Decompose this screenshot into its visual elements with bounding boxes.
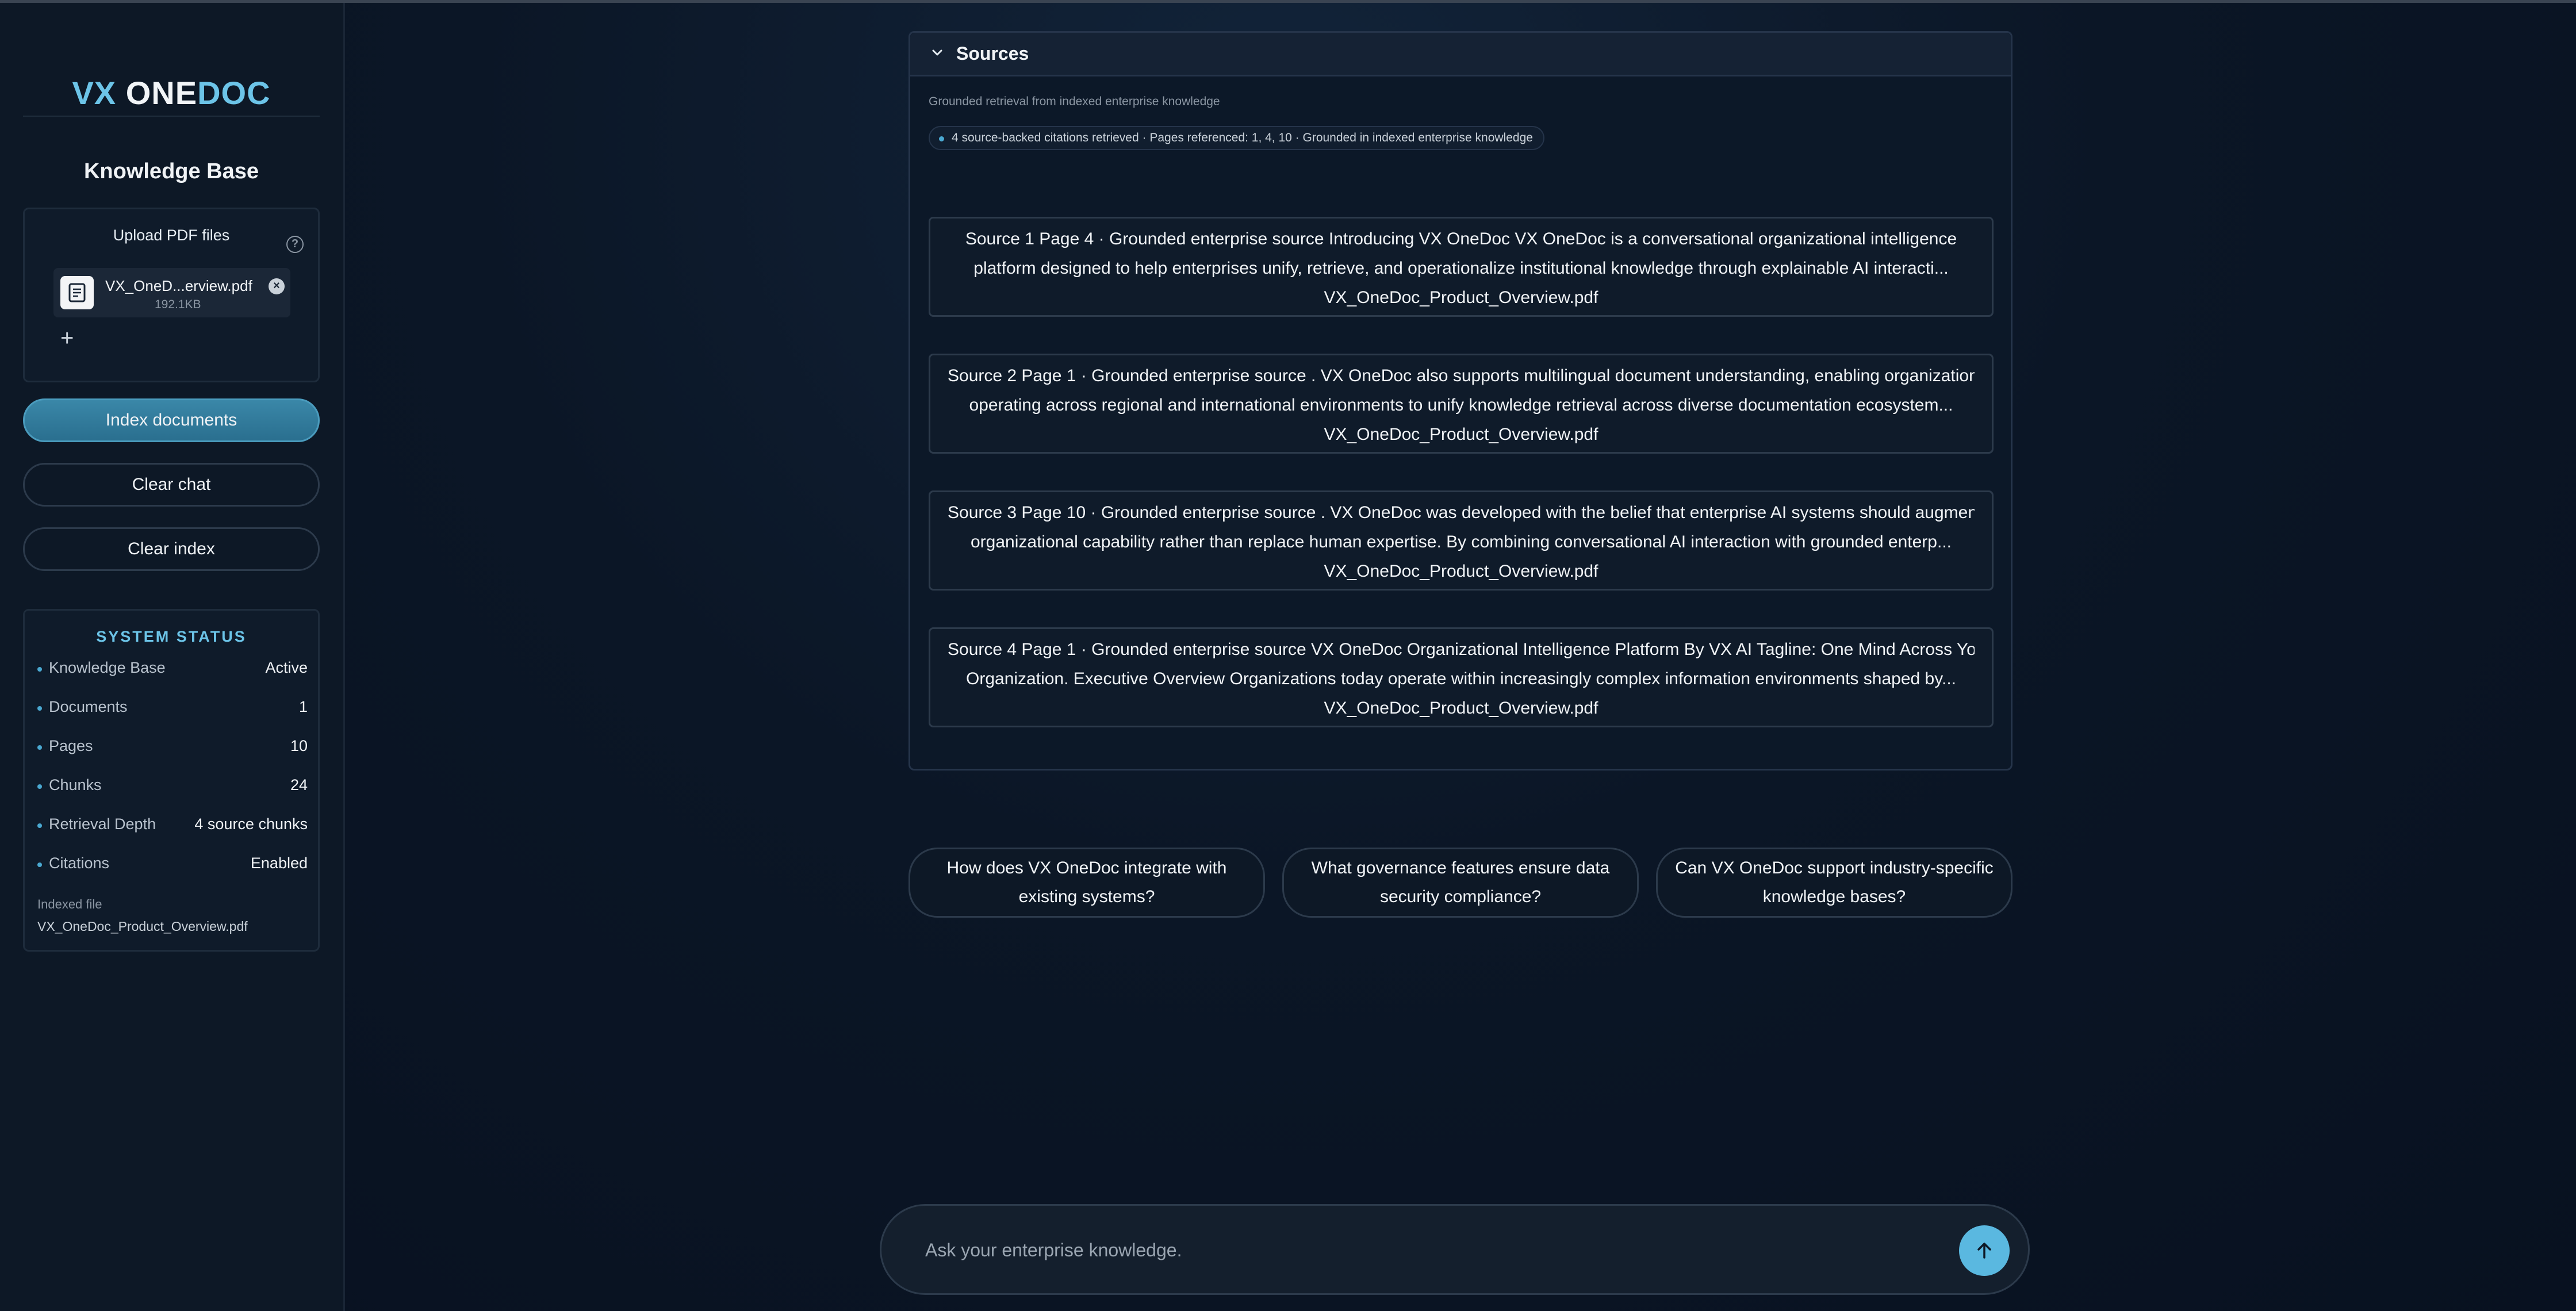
system-status-title: SYSTEM STATUS (96, 628, 247, 645)
source-text-line: Source 2 Page 1 · Grounded enterprise so… (948, 366, 1975, 385)
source-text-line: Source 1 Page 4 · Grounded enterprise so… (965, 229, 1957, 248)
source-text-line: platform designed to help enterprises un… (973, 259, 1949, 278)
bullet-dot (37, 745, 42, 750)
source-card: Source 2 Page 1 · Grounded enterprise so… (929, 354, 1994, 454)
question-circle-icon[interactable]: ? (286, 236, 304, 253)
index-documents-button[interactable]: Index documents (23, 398, 320, 442)
chat-input[interactable] (925, 1236, 1903, 1264)
status-value: 24 (290, 776, 308, 793)
logo-vx: VX (72, 75, 126, 111)
sidebar: VX ONEDOC Knowledge Base Upload PDF file… (0, 3, 345, 1311)
pdf-upload-dropzone[interactable]: Upload PDF files ? VX_OneD...erview.pdf … (23, 208, 320, 382)
clear-chat-button[interactable]: Clear chat (23, 463, 320, 507)
suggested-question-button[interactable]: How does VX OneDoc integrate with existi… (908, 848, 1265, 918)
logo-one: ONE (125, 75, 198, 111)
status-row: Citations Enabled (37, 854, 308, 877)
status-key: Citations (49, 854, 110, 872)
file-size: 192.1KB (155, 298, 201, 311)
source-file-name: VX_OneDoc_Product_Overview.pdf (1324, 425, 1598, 444)
status-value: 1 (298, 698, 308, 715)
status-row: Knowledge Base Active (37, 659, 308, 682)
chat-input-bar (880, 1204, 2030, 1295)
status-row: Documents 1 (37, 698, 308, 721)
status-value: 10 (290, 737, 308, 754)
source-card: Source 3 Page 10 · Grounded enterprise s… (929, 490, 1994, 591)
document-icon (60, 276, 94, 309)
bullet-dot (37, 862, 42, 867)
source-file-name: VX_OneDoc_Product_Overview.pdf (1324, 562, 1598, 581)
remove-file-icon[interactable]: × (269, 278, 285, 294)
app-logo: VX ONEDOC (23, 74, 320, 112)
suggested-question-button[interactable]: Can VX OneDoc support industry-specific … (1656, 848, 2012, 918)
bullet-dot (939, 136, 944, 141)
source-file-name: VX_OneDoc_Product_Overview.pdf (1324, 288, 1598, 307)
bullet-dot (37, 823, 42, 828)
source-text-line: Source 4 Page 1 · Grounded enterprise so… (948, 640, 1975, 659)
sources-expander-header[interactable]: Sources (910, 33, 2011, 76)
status-value: Enabled (250, 854, 308, 872)
citation-summary-badge: 4 source-backed citations retrieved · Pa… (929, 126, 1544, 150)
status-row: Pages 10 (37, 737, 308, 760)
arrow-up-icon (1977, 1243, 1991, 1259)
status-key: Retrieval Depth (49, 815, 156, 833)
indexed-file-label: Indexed file (37, 897, 102, 911)
chevron-down-icon (932, 49, 942, 56)
file-name: VX_OneD...erview.pdf (105, 277, 252, 294)
top-border (0, 0, 2576, 3)
upload-label: Upload PDF files (113, 227, 230, 244)
source-text-line: Organization. Executive Overview Organiz… (966, 669, 1956, 688)
source-card: Source 4 Page 1 · Grounded enterprise so… (929, 627, 1994, 727)
status-key: Knowledge Base (49, 659, 166, 676)
send-button[interactable] (1959, 1225, 2010, 1276)
source-file-name: VX_OneDoc_Product_Overview.pdf (1324, 699, 1598, 718)
status-value: 4 source chunks (194, 815, 308, 833)
status-row: Chunks 24 (37, 776, 308, 799)
clear-index-button[interactable]: Clear index (23, 527, 320, 571)
indexed-file-name: VX_OneDoc_Product_Overview.pdf (37, 919, 248, 934)
sources-title: Sources (956, 43, 1029, 64)
source-text-line: organizational capability rather than re… (970, 532, 1952, 551)
source-text-line: Source 3 Page 10 · Grounded enterprise s… (948, 503, 1975, 522)
bullet-dot (37, 706, 42, 711)
source-text-line: operating across regional and internatio… (969, 396, 1953, 415)
add-file-icon[interactable]: + (60, 327, 74, 350)
bullet-dot (37, 667, 42, 672)
suggested-question-button[interactable]: What governance features ensure data sec… (1282, 848, 1639, 918)
citation-summary-text: 4 source-backed citations retrieved · Pa… (952, 131, 1533, 144)
sources-subtitle: Grounded retrieval from indexed enterpri… (929, 95, 1220, 108)
system-status-panel: SYSTEM STATUS Knowledge Base Active Docu… (23, 609, 320, 952)
logo-divider (23, 116, 320, 117)
status-value: Active (265, 659, 308, 676)
sources-panel: Sources Grounded retrieval from indexed … (908, 31, 2012, 770)
logo-doc: DOC (197, 75, 271, 111)
status-key: Pages (49, 737, 93, 754)
bullet-dot (37, 784, 42, 789)
status-key: Documents (49, 698, 128, 715)
uploaded-file-chip: VX_OneD...erview.pdf 192.1KB × (53, 268, 290, 317)
source-card: Source 1 Page 4 · Grounded enterprise so… (929, 217, 1994, 317)
status-row: Retrieval Depth 4 source chunks (37, 815, 308, 838)
sidebar-title: Knowledge Base (83, 159, 259, 183)
status-key: Chunks (49, 776, 102, 793)
